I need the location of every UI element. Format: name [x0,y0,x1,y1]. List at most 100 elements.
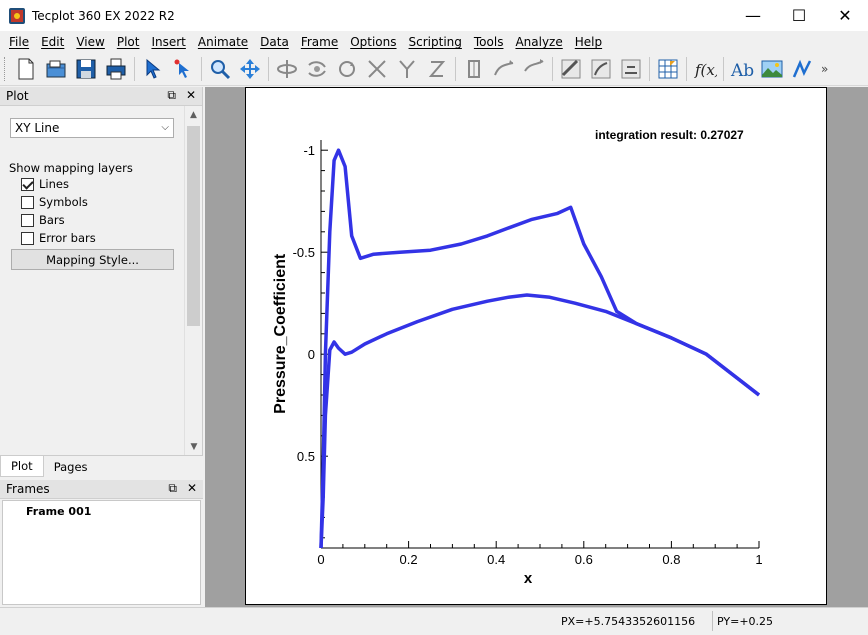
frames-panel: Frames ⧉ ✕ Frame 001 [0,480,203,607]
rotate-y-icon[interactable] [392,55,422,83]
close-panel-icon[interactable]: ✕ [186,88,196,103]
panel-header-icons: ⧉ ✕ [168,481,197,496]
toolbar-separator [134,57,135,81]
scroll-up-icon[interactable]: ▲ [185,106,202,124]
show-mapping-layers-label: Show mapping layers [9,161,133,175]
integration-result-annotation: integration result: 0.27027 [595,128,744,142]
chevron-down-icon: ⌵ [161,122,169,133]
layer-bars-row[interactable]: Bars [21,213,65,227]
layer-symbols-row[interactable]: Symbols [21,195,88,209]
plot-sidebar-panel: Plot ⧉ ✕ XY Line ⌵ Show mapping layers L… [0,87,203,477]
menu-analyze[interactable]: Analyze [509,35,568,49]
layer-lines-row[interactable]: Lines [21,177,69,191]
frame-list-item[interactable]: Frame 001 [26,505,91,518]
minimize-button[interactable]: — [730,0,776,31]
text-icon[interactable]: Ab [727,55,757,83]
iso-icon[interactable] [616,55,646,83]
y-tick-label: -1 [303,143,315,158]
layer-bars-checkbox[interactable] [21,213,34,227]
toolbar-overflow-icon[interactable]: » [821,62,828,76]
open-file-icon[interactable] [41,55,71,83]
y-tick-label: 0 [308,347,315,362]
x-tick-label: 0.2 [400,552,418,567]
window-title: Tecplot 360 EX 2022 R2 [32,8,175,23]
x-tick-label: 0.4 [487,552,505,567]
scroll-down-icon[interactable]: ▼ [185,438,203,456]
rotate-icon[interactable] [272,55,302,83]
tecplot-app-icon [9,7,25,24]
plot-frame[interactable]: 0 0.2 0.4 0.6 0.8 1 -1 -0.5 0 0.5 x Pressure_Coeffi… [245,87,827,605]
probe-icon[interactable] [459,55,489,83]
plot-panel-header: Plot ⧉ ✕ [0,87,202,106]
undock-icon[interactable]: ⧉ [167,88,176,103]
toolbar-separator [201,57,202,81]
svg-text:f(x): f(x) [694,61,717,79]
xy-line-plot[interactable]: 0 0.2 0.4 0.6 0.8 1 -1 -0.5 0 0.5 x Pressure_Coeffi… [246,88,826,604]
frames-panel-header: Frames ⧉ ✕ [0,480,203,499]
layer-error-bars-row[interactable]: Error bars [21,231,96,245]
toolbar-separator [723,57,724,81]
layer-error-bars-checkbox[interactable] [21,231,34,245]
menu-file[interactable]: File [3,35,35,49]
menu-plot[interactable]: Plot [111,35,146,49]
menu-data[interactable]: Data [254,35,295,49]
tab-pages[interactable]: Pages [44,456,98,477]
mapping-style-button[interactable]: Mapping Style... [11,249,174,270]
rotate-xy-icon[interactable] [302,55,332,83]
status-py-coordinate: PY=+0.25 [717,615,774,628]
plot-panel-scrollbar[interactable]: ▲ ▼ [184,106,202,456]
layer-symbols-checkbox[interactable] [21,195,34,209]
rotate-x-icon[interactable] [362,55,392,83]
x-tick-label: 0.6 [575,552,593,567]
menu-frame[interactable]: Frame [295,35,344,49]
translate-icon[interactable] [235,55,265,83]
menu-help[interactable]: Help [569,35,608,49]
scrollbar-thumb[interactable] [187,126,200,326]
grid-icon[interactable] [653,55,683,83]
plot-panel-body: XY Line ⌵ Show mapping layers Lines Symb… [0,106,184,456]
undock-icon[interactable]: ⧉ [168,481,177,496]
contour-icon[interactable] [519,55,549,83]
frames-list: Frame 001 [2,500,201,605]
y-tick-label: -0.5 [293,245,315,260]
streamtrace-icon[interactable] [489,55,519,83]
isosurface-icon[interactable] [586,55,616,83]
spin-icon[interactable] [332,55,362,83]
toolbar-separator [686,57,687,81]
title-bar: Tecplot 360 EX 2022 R2 — ☐ ✕ [0,0,868,31]
menu-insert[interactable]: Insert [145,35,191,49]
menu-view[interactable]: View [70,35,110,49]
toolbar: f(x) Ab » [0,53,868,86]
slice-icon[interactable] [556,55,586,83]
toolbar-grip[interactable] [4,57,7,81]
plot-panel-tabs: Plot Pages [0,455,203,477]
rotate-z-icon[interactable] [422,55,452,83]
print-icon[interactable] [101,55,131,83]
menu-edit[interactable]: Edit [35,35,70,49]
layer-bars-label: Bars [39,213,65,227]
adjustor-icon[interactable] [168,55,198,83]
new-file-icon[interactable] [11,55,41,83]
plot-type-select[interactable]: XY Line ⌵ [10,118,174,138]
menu-scripting[interactable]: Scripting [403,35,468,49]
polyline-icon[interactable] [787,55,817,83]
image-icon[interactable] [757,55,787,83]
select-arrow-icon[interactable] [138,55,168,83]
zoom-icon[interactable] [205,55,235,83]
frames-panel-title: Frames [6,482,50,496]
close-panel-icon[interactable]: ✕ [187,481,197,496]
y-axis-label: Pressure_Coefficient [272,253,289,414]
close-button[interactable]: ✕ [822,0,868,31]
menu-tools[interactable]: Tools [468,35,510,49]
maximize-button[interactable]: ☐ [776,0,822,31]
window-controls: — ☐ ✕ [730,0,868,31]
x-tick-label: 1 [755,552,762,567]
tab-plot[interactable]: Plot [0,456,44,477]
layer-lines-checkbox[interactable] [21,177,34,191]
save-icon[interactable] [71,55,101,83]
menu-options[interactable]: Options [344,35,402,49]
panel-header-icons: ⧉ ✕ [167,88,196,103]
function-icon[interactable]: f(x) [690,55,720,83]
menu-animate[interactable]: Animate [192,35,254,49]
layer-error-bars-label: Error bars [39,231,96,245]
